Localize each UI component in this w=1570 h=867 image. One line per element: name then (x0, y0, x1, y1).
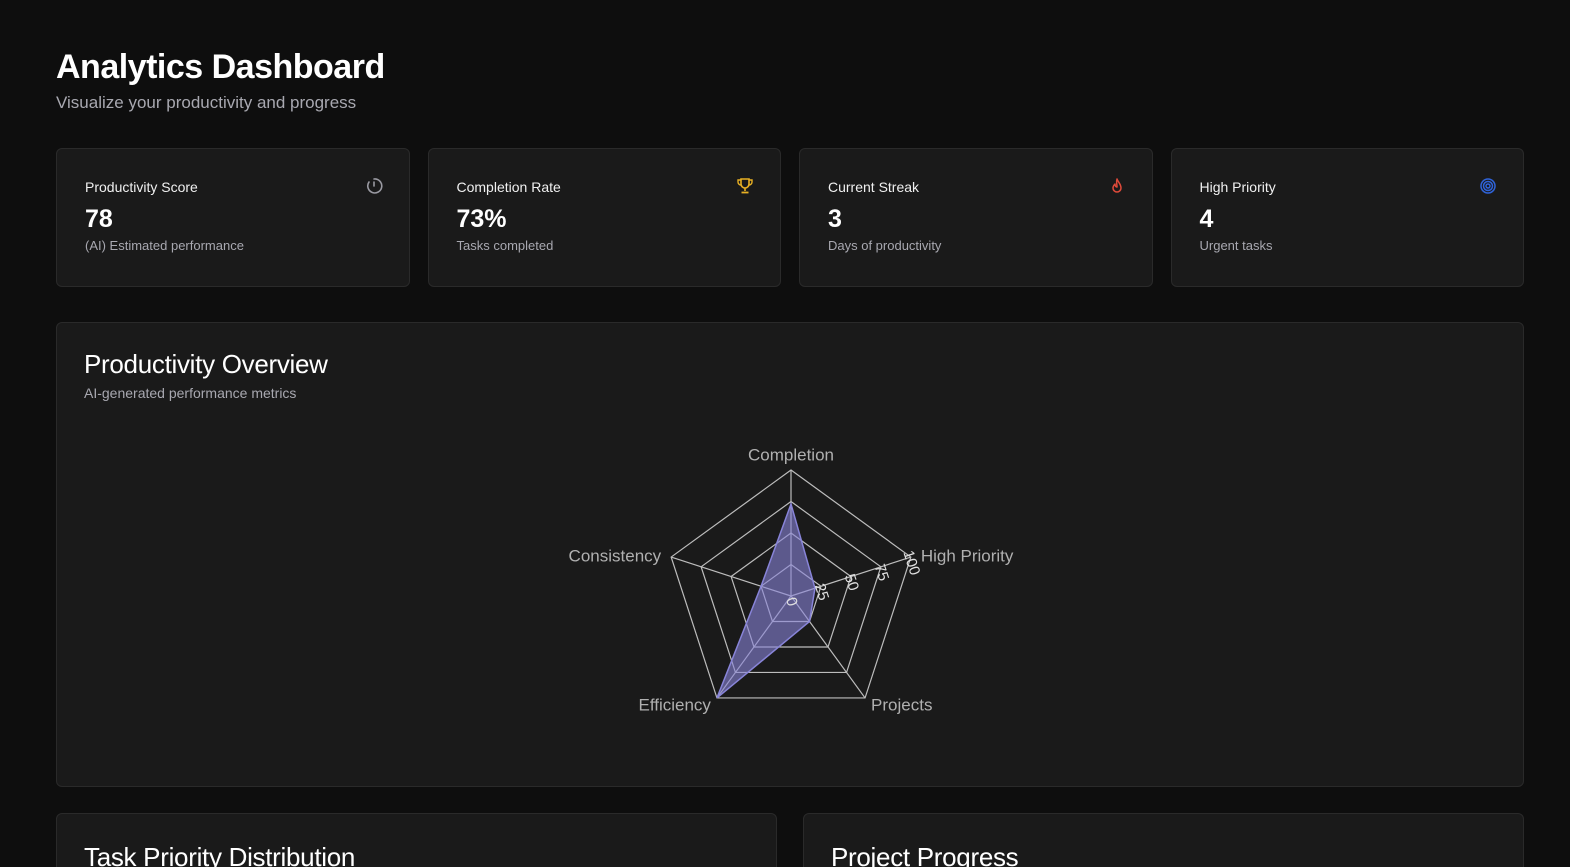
stat-card-productivity-score: Productivity Score 78 (AI) Estimated per… (56, 148, 410, 287)
task-priority-panel: Task Priority Distribution (56, 813, 777, 867)
radar-tick-label: 100 (899, 548, 923, 577)
stat-label: High Priority (1199, 179, 1276, 195)
stat-value: 3 (828, 205, 842, 233)
project-progress-panel: Project Progress (803, 813, 1524, 867)
stat-card-completion-rate: Completion Rate 73% Tasks completed (427, 148, 781, 287)
radar-axis-label: High Priority (921, 547, 1014, 566)
stat-value: 78 (85, 205, 113, 233)
stat-value: 73% (456, 205, 507, 233)
target-icon (1480, 178, 1496, 194)
stat-label: Productivity Score (85, 179, 198, 195)
radar-chart: Completion High Priority Projects Efficienc… (569, 445, 1014, 714)
stat-description: (AI) Estimated performance (85, 238, 244, 253)
gauge-icon (366, 178, 383, 194)
radar-tick-label: 50 (841, 572, 862, 593)
radar-axis-label: Consistency (569, 547, 662, 566)
stat-card-current-streak: Current Streak 3 Days of productivity (799, 148, 1153, 287)
radar-tick-label: 75 (871, 562, 892, 583)
flame-icon (1111, 178, 1122, 193)
radar-axis-label: Projects (871, 695, 932, 714)
stat-label: Completion Rate (456, 179, 561, 195)
page-header: Analytics Dashboard Visualize your produ… (56, 48, 385, 113)
stat-card-high-priority: High Priority 4 Urgent tasks (1170, 148, 1524, 287)
productivity-overview-panel: Productivity Overview AI-generated perfo… (56, 322, 1524, 787)
stat-description: Tasks completed (456, 238, 554, 253)
stats-row: Productivity Score 78 (AI) Estimated per… (56, 148, 1524, 287)
page-title: Analytics Dashboard (56, 48, 385, 86)
radar-axis-label: Completion (748, 445, 834, 464)
panel-title: Task Priority Distribution (84, 842, 356, 867)
stat-label: Current Streak (828, 179, 920, 195)
page-subtitle: Visualize your productivity and progress (56, 93, 357, 112)
stat-description: Days of productivity (828, 238, 942, 253)
stat-value: 4 (1199, 205, 1214, 233)
trophy-icon (737, 178, 753, 194)
radar-axis-label: Efficiency (638, 695, 711, 714)
panel-title: Project Progress (831, 842, 1019, 867)
stat-description: Urgent tasks (1199, 238, 1273, 253)
